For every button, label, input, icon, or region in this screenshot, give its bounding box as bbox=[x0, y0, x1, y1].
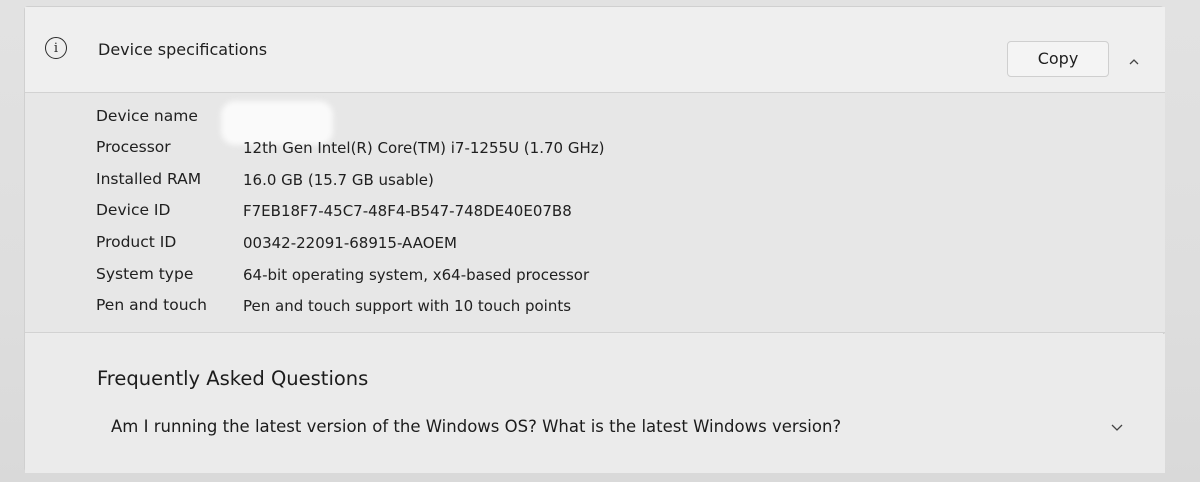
copy-button[interactable]: Copy bbox=[1007, 41, 1109, 77]
settings-window: i Device specifications Copy Device name… bbox=[0, 0, 1200, 482]
spec-label: Pen and touch bbox=[96, 296, 207, 314]
spec-label: Product ID bbox=[96, 233, 177, 251]
spec-label: Device ID bbox=[96, 201, 171, 219]
chevron-up-icon[interactable] bbox=[1129, 57, 1139, 67]
spec-row-product-id: Product ID 00342-22091-68915-AAOEM bbox=[25, 233, 1165, 261]
info-icon: i bbox=[45, 37, 67, 59]
spec-value[interactable]: 16.0 GB (15.7 GB usable) bbox=[243, 171, 434, 189]
spec-label: Device name bbox=[96, 107, 198, 125]
spec-label: System type bbox=[96, 265, 194, 283]
faq-title: Frequently Asked Questions bbox=[97, 367, 369, 390]
faq-question-link[interactable]: Am I running the latest version of the W… bbox=[111, 417, 841, 436]
device-specifications-card: i Device specifications Copy Device name… bbox=[24, 6, 1165, 473]
spec-value[interactable]: 00342-22091-68915-AAOEM bbox=[243, 234, 457, 252]
spec-row-system-type: System type 64-bit operating system, x64… bbox=[25, 265, 1165, 293]
specifications-list: Device name Processor 12th Gen Intel(R) … bbox=[25, 93, 1165, 333]
spec-value[interactable]: Pen and touch support with 10 touch poin… bbox=[243, 297, 571, 315]
spec-value[interactable]: 64-bit operating system, x64-based proce… bbox=[243, 266, 589, 284]
spec-row-pen-and-touch: Pen and touch Pen and touch support with… bbox=[25, 296, 1165, 324]
spec-row-device-id: Device ID F7EB18F7-45C7-48F4-B547-748DE4… bbox=[25, 201, 1165, 229]
spec-label: Processor bbox=[96, 138, 171, 156]
spec-row-processor: Processor 12th Gen Intel(R) Core(TM) i7-… bbox=[25, 138, 1165, 166]
section-title: Device specifications bbox=[98, 40, 268, 59]
device-specifications-header[interactable]: i Device specifications Copy bbox=[25, 7, 1165, 93]
spec-row-device-name: Device name bbox=[25, 101, 1165, 145]
info-icon-glyph: i bbox=[53, 40, 59, 56]
spec-label: Installed RAM bbox=[96, 170, 202, 188]
spec-value[interactable]: 12th Gen Intel(R) Core(TM) i7-1255U (1.7… bbox=[243, 139, 604, 157]
faq-section: Frequently Asked Questions Am I running … bbox=[25, 334, 1165, 473]
spec-value[interactable]: F7EB18F7-45C7-48F4-B547-748DE40E07B8 bbox=[243, 202, 572, 220]
spec-row-installed-ram: Installed RAM 16.0 GB (15.7 GB usable) bbox=[25, 170, 1165, 198]
chevron-down-icon[interactable] bbox=[1111, 422, 1123, 432]
